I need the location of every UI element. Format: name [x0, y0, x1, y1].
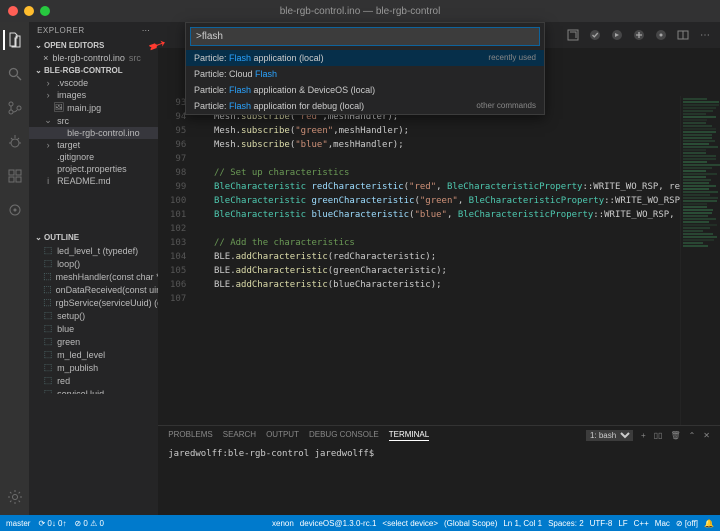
- extensions-icon[interactable]: [5, 166, 25, 186]
- outline-item[interactable]: ⬚onDataReceived(const uint8_t *, size_t,…: [29, 283, 158, 296]
- settings-gear-icon[interactable]: [5, 487, 25, 507]
- more-icon[interactable]: ⋯: [698, 28, 712, 42]
- toolbar-icon[interactable]: [566, 28, 580, 42]
- search-icon[interactable]: [5, 64, 25, 84]
- code-content[interactable]: // Set the subscription for Mesh updates…: [192, 96, 680, 425]
- outline-item[interactable]: ⬚rgbService(serviceUuid) (declaration): [29, 296, 158, 309]
- maximize-window-icon[interactable]: [40, 6, 50, 16]
- project-header[interactable]: ⌄ BLE-RGB-CONTROL: [29, 64, 158, 77]
- problems-status[interactable]: ⊘ 0 ⚠ 0: [75, 519, 104, 528]
- close-panel-icon[interactable]: ✕: [703, 431, 710, 440]
- panel-tab[interactable]: OUTPUT: [266, 430, 299, 441]
- status-item[interactable]: C++: [634, 519, 649, 528]
- outline-item[interactable]: ⬚serviceUuid: [29, 387, 158, 394]
- open-editor-item[interactable]: × ble-rgb-control.ino src: [29, 52, 158, 64]
- panel-tab[interactable]: PROBLEMS: [168, 430, 212, 441]
- status-item[interactable]: Spaces: 2: [548, 519, 584, 528]
- panel-tab[interactable]: SEARCH: [223, 430, 256, 441]
- minimap[interactable]: [680, 96, 720, 425]
- tree-item[interactable]: ›target: [29, 139, 158, 151]
- palette-option[interactable]: Particle: Cloud Flash: [186, 66, 544, 82]
- command-palette: Particle: Flash application (local)recen…: [185, 22, 545, 115]
- terminal-content[interactable]: jaredwolff:ble-rgb-control jaredwolff$: [158, 445, 720, 463]
- explorer-icon[interactable]: [3, 30, 23, 50]
- open-editors-header[interactable]: ⌄ OPEN EDITORS: [29, 39, 158, 52]
- status-item[interactable]: Mac: [655, 519, 670, 528]
- toolbar-icon-3[interactable]: [610, 28, 624, 42]
- status-item[interactable]: deviceOS@1.3.0-rc.1: [300, 519, 377, 528]
- command-palette-input[interactable]: [190, 27, 540, 46]
- status-bar: master ⟳ 0↓ 0↑ ⊘ 0 ⚠ 0 xenon deviceOS@1.3…: [0, 515, 720, 531]
- panel-tab[interactable]: TERMINAL: [389, 430, 429, 441]
- activity-bar: [0, 22, 29, 515]
- outline-header[interactable]: ⌄ OUTLINE: [29, 231, 158, 244]
- status-item[interactable]: Ln 1, Col 1: [503, 519, 542, 528]
- explorer-header: EXPLORER: [37, 26, 85, 35]
- split-editor-icon[interactable]: [676, 28, 690, 42]
- close-window-icon[interactable]: [8, 6, 18, 16]
- toolbar-icon-4[interactable]: [632, 28, 646, 42]
- palette-option[interactable]: Particle: Flash application for debug (l…: [186, 98, 544, 114]
- status-item[interactable]: xenon: [272, 519, 294, 528]
- minimize-window-icon[interactable]: [24, 6, 34, 16]
- tree-item[interactable]: ›images: [29, 89, 158, 101]
- debug-icon[interactable]: [5, 132, 25, 152]
- outline-item[interactable]: ⬚m_publish: [29, 361, 158, 374]
- panel-tabs: PROBLEMS SEARCH OUTPUT DEBUG CONSOLE TERMINA…: [158, 426, 720, 445]
- tree-item[interactable]: .gitignore: [29, 151, 158, 163]
- palette-option[interactable]: Particle: Flash application & DeviceOS (…: [186, 82, 544, 98]
- status-item[interactable]: LF: [618, 519, 627, 528]
- tree-item[interactable]: 🖼main.jpg: [29, 101, 158, 114]
- tree-item[interactable]: ble-rgb-control.ino: [29, 127, 158, 139]
- window-title: ble-rgb-control.ino — ble-rgb-control: [280, 6, 441, 17]
- more-icon[interactable]: ⋯: [142, 26, 151, 35]
- particle-icon[interactable]: [5, 200, 25, 220]
- status-item[interactable]: <select device>: [382, 519, 438, 528]
- tree-item[interactable]: ›.vscode: [29, 77, 158, 89]
- status-item[interactable]: 🔔: [704, 519, 714, 528]
- titlebar: ble-rgb-control.ino — ble-rgb-control: [0, 0, 720, 22]
- toolbar-icon-5[interactable]: [654, 28, 668, 42]
- terminal-selector[interactable]: 1: bash: [586, 430, 633, 441]
- outline-item[interactable]: ⬚loop(): [29, 257, 158, 270]
- git-branch[interactable]: master: [6, 519, 30, 528]
- palette-option[interactable]: Particle: Flash application (local)recen…: [186, 50, 544, 66]
- bottom-panel: PROBLEMS SEARCH OUTPUT DEBUG CONSOLE TERMINA…: [158, 425, 720, 515]
- split-terminal-icon[interactable]: ▯▯: [654, 431, 663, 440]
- git-sync[interactable]: ⟳ 0↓ 0↑: [38, 519, 66, 528]
- sidebar: EXPLORER ⋯ ⌄ OPEN EDITORS × ble-rgb-contr…: [29, 22, 158, 515]
- outline-item[interactable]: ⬚setup(): [29, 309, 158, 322]
- status-item[interactable]: ⊘ [off]: [676, 519, 698, 528]
- panel-tab[interactable]: DEBUG CONSOLE: [309, 430, 379, 441]
- toolbar-check-icon[interactable]: [588, 28, 602, 42]
- status-item[interactable]: (Global Scope): [444, 519, 497, 528]
- status-item[interactable]: UTF-8: [590, 519, 613, 528]
- tree-item[interactable]: iREADME.md: [29, 175, 158, 187]
- maximize-panel-icon[interactable]: ⌃: [689, 431, 696, 440]
- outline-item[interactable]: ⬚red: [29, 374, 158, 387]
- scm-icon[interactable]: [5, 98, 25, 118]
- outline-item[interactable]: ⬚green: [29, 335, 158, 348]
- trash-icon[interactable]: 🗑: [670, 431, 680, 440]
- tree-item[interactable]: ⌄src: [29, 114, 158, 127]
- window-controls[interactable]: [8, 6, 50, 16]
- outline-item[interactable]: ⬚m_led_level: [29, 348, 158, 361]
- line-gutter: 93949596979899100101102103104105106107: [158, 96, 192, 425]
- new-terminal-icon[interactable]: +: [641, 431, 646, 440]
- outline-item[interactable]: ⬚blue: [29, 322, 158, 335]
- outline-item[interactable]: ⬚led_level_t (typedef): [29, 244, 158, 257]
- tree-item[interactable]: project.properties: [29, 163, 158, 175]
- outline-item[interactable]: ⬚meshHandler(const char *, const char *): [29, 270, 158, 283]
